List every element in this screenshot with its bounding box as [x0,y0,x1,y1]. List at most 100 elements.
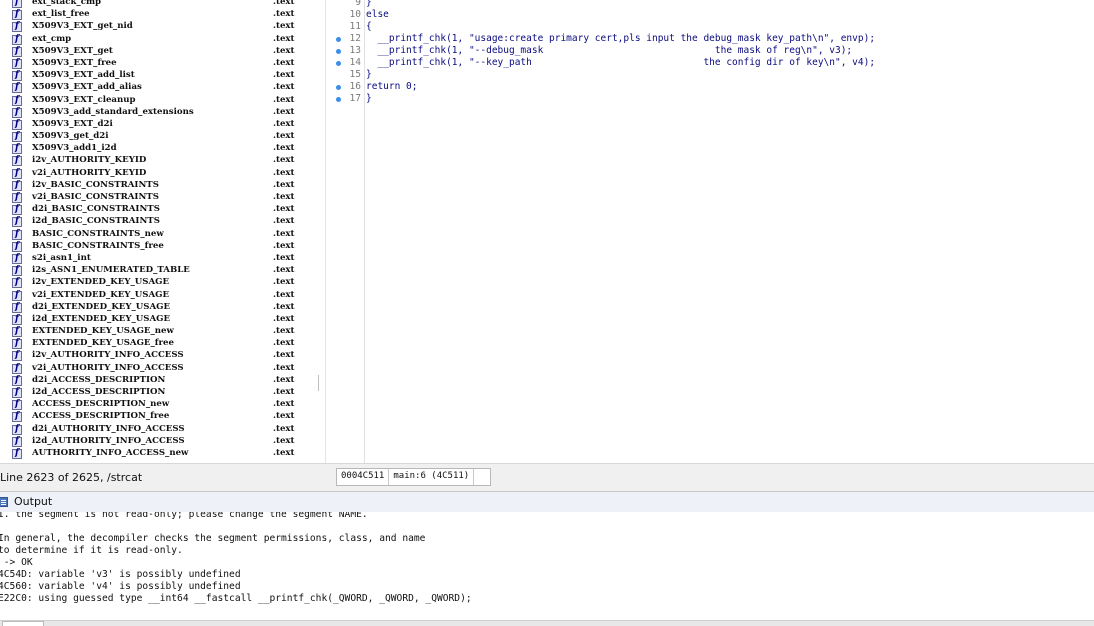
function-row[interactable]: i2v_AUTHORITY_KEYID .text [0,155,325,167]
function-row[interactable]: s2i_asn1_int .text [0,253,325,265]
function-segment: .text [273,82,295,93]
code-line[interactable]: 11 { [331,21,1094,33]
breakpoint-dot[interactable] [336,97,341,102]
function-row[interactable]: EXTENDED_KEY_USAGE_free .text [0,338,325,350]
output-bottom-tab[interactable] [2,621,44,626]
function-segment: .text [273,374,295,385]
function-row[interactable]: v2i_EXTENDED_KEY_USAGE .text [0,290,325,302]
output-line: 4C560: variable 'v4' is possibly undefin… [0,581,241,592]
function-icon [12,338,22,350]
code-text: __printf_chk(1, "usage:create primary ce… [366,33,876,44]
function-segment: .text [273,94,295,105]
function-row[interactable]: ACCESS_DESCRIPTION_free .text [0,411,325,423]
function-segment: .text [273,57,295,68]
function-icon [12,9,22,21]
function-row[interactable]: X509V3_get_d2i .text [0,131,325,143]
function-name: i2s_ASN1_ENUMERATED_TABLE [32,265,190,276]
function-segment: .text [273,204,295,215]
function-icon [12,411,22,423]
function-row[interactable]: ACCESS_DESCRIPTION_new .text [0,399,325,411]
function-row[interactable]: X509V3_add1_i2d .text [0,143,325,155]
function-row[interactable]: EXTENDED_KEY_USAGE_new .text [0,326,325,338]
function-icon [12,375,22,386]
function-icon [12,302,22,313]
code-line[interactable]: 12 __printf_chk(1, "usage:create primary… [331,33,1094,45]
function-row[interactable]: X509V3_EXT_get_nid .text [0,21,325,33]
function-row[interactable]: i2d_BASIC_CONSTRAINTS .text [0,216,325,228]
pseudocode-status-bar: 0004C511 main:6 (4C511) [331,463,1094,492]
function-row[interactable]: i2s_ASN1_ENUMERATED_TABLE .text [0,265,325,277]
code-line[interactable]: 17} [331,93,1094,105]
function-row[interactable]: ext_list_free .text [0,9,325,21]
functions-list[interactable]: ext_stack_cmp.textext_list_free.textX509… [0,0,325,460]
function-row[interactable]: v2i_AUTHORITY_KEYID .text [0,168,325,180]
function-row[interactable]: d2i_EXTENDED_KEY_USAGE .text [0,302,325,314]
function-icon [12,399,22,411]
function-row[interactable]: i2d_AUTHORITY_INFO_ACCESS .text [0,436,325,448]
line-number: 14 [349,57,361,68]
function-name: s2i_asn1_int [32,252,91,263]
function-row[interactable]: AUTHORITY_INFO_ACCESS_new .text [0,448,325,460]
functions-pane[interactable]: ext_stack_cmp.textext_list_free.textX509… [0,0,326,463]
function-row[interactable]: i2v_AUTHORITY_INFO_ACCESS .text [0,350,325,362]
function-row[interactable]: X509V3_EXT_cleanup .text [0,95,325,107]
function-row[interactable]: d2i_BASIC_CONSTRAINTS .text [0,204,325,216]
pseudocode-pane[interactable]: 9} 10 else 11{12 __printf_chk(1, "usage:cre… [331,0,1094,463]
function-name: d2i_BASIC_CONSTRAINTS [32,204,160,215]
function-row[interactable]: BASIC_CONSTRAINTS_free .text [0,241,325,253]
function-row[interactable]: BASIC_CONSTRAINTS_new .text [0,229,325,241]
function-row[interactable]: i2v_EXTENDED_KEY_USAGE .text [0,277,325,289]
function-row[interactable]: v2i_AUTHORITY_INFO_ACCESS .text [0,363,325,375]
status-empty-cell [474,469,490,485]
function-row[interactable]: d2i_ACCESS_DESCRIPTION .text [0,375,325,387]
code-line[interactable]: 14 __printf_chk(1, "--key_path the confi… [331,57,1094,69]
function-row[interactable]: X509V3_EXT_free .text [0,58,325,70]
function-icon [12,70,22,82]
output-line: -> OK [0,557,33,568]
function-icon [12,168,22,179]
breakpoint-dot[interactable] [336,61,341,66]
scrollbar-indicator[interactable] [318,375,319,391]
function-row[interactable]: X509V3_EXT_add_list .text [0,70,325,82]
function-row[interactable]: ext_stack_cmp .text [0,0,325,9]
function-row[interactable]: X509V3_EXT_get .text [0,46,325,58]
function-row[interactable]: i2d_ACCESS_DESCRIPTION .text [0,387,325,399]
code-line[interactable]: 9} [331,0,1094,9]
output-line: 4C54D: variable 'v3' is possibly undefin… [0,569,241,580]
output-log[interactable]: I. the segment is not read-only; please … [0,512,1094,625]
breakpoint-dot[interactable] [336,49,341,54]
function-segment: .text [273,143,295,154]
code-line[interactable]: 15} [331,69,1094,81]
code-text: return 0; [366,81,418,92]
function-segment: .text [273,228,295,239]
code-line[interactable]: 16 return 0; [331,81,1094,93]
function-row[interactable]: i2v_BASIC_CONSTRAINTS .text [0,180,325,192]
function-row[interactable]: i2d_EXTENDED_KEY_USAGE .text [0,314,325,326]
breakpoint-dot[interactable] [336,85,341,90]
function-row[interactable]: ext_cmp .text [0,34,325,46]
function-segment: .text [273,313,295,324]
function-icon [12,229,22,240]
function-row[interactable]: X509V3_EXT_add_alias .text [0,82,325,94]
function-name: i2v_AUTHORITY_KEYID [32,155,147,166]
line-number: 11 [349,21,361,32]
address-value: 0004C511 [337,469,390,485]
function-row[interactable]: v2i_BASIC_CONSTRAINTS .text [0,192,325,204]
line-number: 17 [349,93,361,104]
function-row[interactable]: X509V3_add_standard_extensions .text [0,107,325,119]
function-segment: .text [273,240,295,251]
function-icon [12,448,22,459]
breakpoint-dot[interactable] [336,37,341,42]
code-text: else [366,9,389,20]
function-row[interactable]: X509V3_EXT_d2i .text [0,119,325,131]
code-text: __printf_chk(1, "--debug_mask the mask o… [366,45,853,56]
code-line[interactable]: 10 else [331,9,1094,21]
function-icon [12,143,22,155]
code-line[interactable]: 13 __printf_chk(1, "--debug_mask the mas… [331,45,1094,57]
function-icon [12,21,22,33]
line-number: 10 [349,9,361,20]
output-window-title-bar[interactable]: Output [0,491,1094,513]
function-row[interactable]: d2i_AUTHORITY_INFO_ACCESS .text [0,424,325,436]
function-icon [12,216,22,228]
function-name: i2v_AUTHORITY_INFO_ACCESS [32,350,184,361]
